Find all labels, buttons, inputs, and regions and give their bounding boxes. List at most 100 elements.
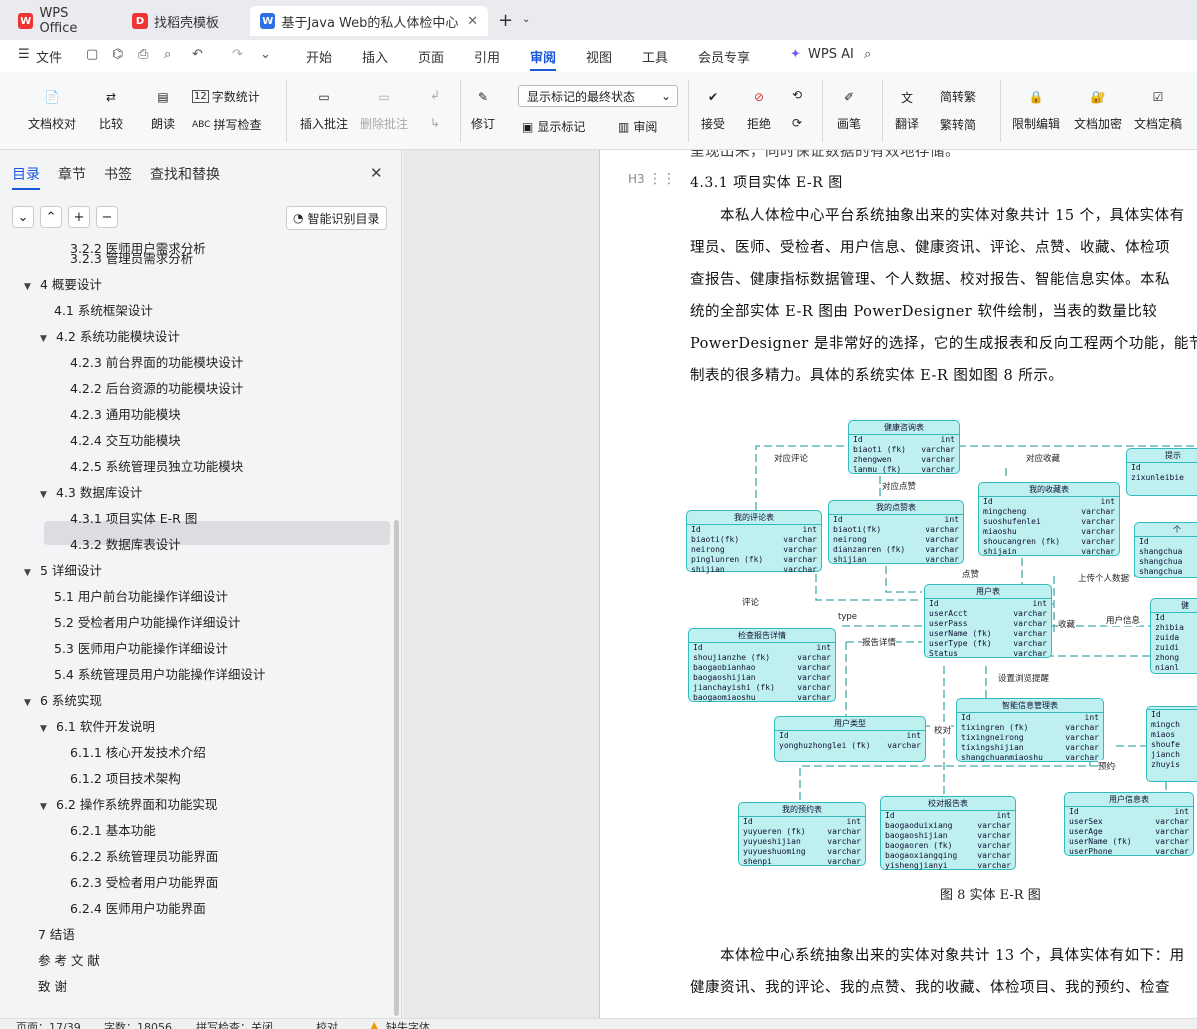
encrypt-button[interactable]: 🔐 文档加密 bbox=[1074, 84, 1122, 132]
toc-item[interactable]: 4.2.4 交互功能模块 bbox=[70, 430, 181, 449]
more-chevron-icon[interactable]: ⌄ bbox=[260, 47, 271, 62]
menu-start[interactable]: 开始 bbox=[306, 47, 332, 66]
to-simplified-button[interactable]: 繁转简 bbox=[940, 116, 976, 133]
read-aloud-button[interactable]: ▤ 朗读 bbox=[150, 84, 176, 132]
spell-check-button[interactable]: ABC 拼写检查 bbox=[192, 116, 261, 133]
proofread-status[interactable]: 校对 bbox=[316, 1019, 338, 1029]
toc-item[interactable]: 4.2.5 系统管理员独立功能模块 bbox=[70, 456, 243, 475]
expand-button[interactable]: ⌃ bbox=[40, 206, 62, 228]
menu-member[interactable]: 会员专享 bbox=[698, 47, 750, 66]
toc-item[interactable]: ▼ 4.2 系统功能模块设计 bbox=[40, 326, 180, 345]
smart-toc-button[interactable]: ◔ 智能识别目录 bbox=[286, 206, 387, 230]
revise-button[interactable]: ✎ 修订 bbox=[470, 84, 496, 132]
doc-check-button[interactable]: 📄 文档校对 bbox=[28, 84, 76, 132]
restrict-edit-button[interactable]: 🔒 限制编辑 bbox=[1012, 84, 1060, 132]
tab-find-replace[interactable]: 查找和替换 bbox=[150, 164, 220, 184]
prev-change-icon[interactable]: ⟲ bbox=[792, 88, 802, 102]
toc-item[interactable]: 5.3 医师用户功能操作详细设计 bbox=[54, 638, 228, 657]
toc-item[interactable]: 7 结语 bbox=[38, 924, 75, 943]
toc-item[interactable]: 4.3.2 数据库表设计 bbox=[70, 534, 181, 553]
tab-chapters[interactable]: 章节 bbox=[58, 164, 86, 184]
prev-comment-icon[interactable]: ↲ bbox=[430, 88, 440, 102]
toc-item[interactable]: ▼ 6.2 操作系统界面和功能实现 bbox=[40, 794, 217, 813]
toc-item[interactable]: 4.2.2 后台资源的功能模块设计 bbox=[70, 378, 243, 397]
expand-triangle-icon[interactable]: ▼ bbox=[24, 568, 34, 578]
toc-item[interactable]: ▼ 5 详细设计 bbox=[24, 560, 102, 579]
review-pane-button[interactable]: ▥ 审阅 bbox=[618, 118, 657, 135]
show-markup-button[interactable]: ▣ 显示标记 bbox=[522, 118, 585, 135]
drag-handle-icon[interactable]: ⋮⋮ bbox=[648, 171, 676, 187]
chevron-down-icon[interactable]: ⌄ bbox=[522, 14, 530, 25]
share-icon[interactable]: ⌬ bbox=[112, 47, 123, 62]
save-icon[interactable]: ▢ bbox=[86, 47, 98, 62]
word-count-indicator[interactable]: 字数：18056 bbox=[104, 1019, 172, 1029]
toc-item[interactable]: 5.1 用户前台功能操作详细设计 bbox=[54, 586, 228, 605]
word-count-button[interactable]: 12 字数统计 bbox=[192, 88, 260, 105]
redo-icon[interactable]: ↷ bbox=[232, 47, 243, 62]
insert-comment-button[interactable]: ▭ 插入批注 bbox=[300, 84, 348, 132]
collapse-all-button[interactable]: ⌄ bbox=[12, 206, 34, 228]
toc-scrollbar[interactable] bbox=[394, 520, 399, 1016]
new-tab-icon[interactable]: + bbox=[498, 10, 513, 31]
menu-page[interactable]: 页面 bbox=[418, 47, 444, 66]
menu-reference[interactable]: 引用 bbox=[474, 47, 500, 66]
tab-document[interactable]: W 基于Java Web的私人体检中心 ✕ bbox=[250, 6, 488, 36]
missing-font-status[interactable]: 缺失字体 bbox=[386, 1019, 430, 1029]
accept-button[interactable]: ✔ 接受 bbox=[700, 84, 726, 132]
tab-docer[interactable]: D 找稻壳模板 bbox=[122, 6, 246, 36]
toc-item[interactable]: 6.1.2 项目技术架构 bbox=[70, 768, 181, 787]
next-change-icon[interactable]: ⟳ bbox=[792, 116, 802, 130]
compare-button[interactable]: ⇄ 比较 bbox=[98, 84, 124, 132]
toc-item[interactable]: 6.2.2 系统管理员功能界面 bbox=[70, 846, 218, 865]
menu-view[interactable]: 视图 bbox=[586, 47, 612, 66]
toc-item[interactable]: ▼ 6 系统实现 bbox=[24, 690, 102, 709]
expand-triangle-icon[interactable]: ▼ bbox=[40, 724, 50, 734]
expand-triangle-icon[interactable]: ▼ bbox=[40, 334, 50, 344]
toc-item[interactable]: 6.2.1 基本功能 bbox=[70, 820, 156, 839]
expand-triangle-icon[interactable]: ▼ bbox=[40, 802, 50, 812]
reject-button[interactable]: ⊘ 拒绝 bbox=[746, 84, 772, 132]
toc-item[interactable]: 3.2.3 管理员需求分析 bbox=[70, 248, 193, 267]
pen-button[interactable]: ✐ 画笔 bbox=[836, 84, 862, 132]
next-comment-icon[interactable]: ↳ bbox=[430, 116, 440, 130]
toc-item[interactable]: 6.1.1 核心开发技术介绍 bbox=[70, 742, 206, 761]
hamburger-icon[interactable]: ☰ bbox=[18, 47, 30, 62]
translate-button[interactable]: 文翻译 bbox=[894, 84, 920, 132]
toc-item[interactable]: ▼ 4 概要设计 bbox=[24, 274, 102, 293]
expand-triangle-icon[interactable]: ▼ bbox=[24, 698, 34, 708]
toc-item[interactable]: 致 谢 bbox=[38, 976, 67, 995]
menu-review[interactable]: 审阅 bbox=[530, 47, 557, 71]
toc-item-selected[interactable]: 4.3.1 项目实体 E-R 图 bbox=[70, 508, 197, 527]
toc-item[interactable]: 5.2 受检者用户功能操作详细设计 bbox=[54, 612, 240, 631]
menu-file[interactable]: 文件 bbox=[36, 47, 62, 66]
add-heading-button[interactable]: + bbox=[68, 206, 90, 228]
toc-item[interactable]: 4.2.3 前台界面的功能模块设计 bbox=[70, 352, 243, 371]
print-icon[interactable]: ⎙ bbox=[138, 47, 148, 62]
toc-item[interactable]: 6.2.3 受检者用户功能界面 bbox=[70, 872, 218, 891]
toc-item[interactable]: ▼ 6.1 软件开发说明 bbox=[40, 716, 155, 735]
undo-icon[interactable]: ↶ bbox=[192, 47, 203, 62]
toc-item[interactable]: ▼ 4.3 数据库设计 bbox=[40, 482, 142, 501]
menu-insert[interactable]: 插入 bbox=[362, 47, 388, 66]
toc-item[interactable]: 6.2.4 医师用户功能界面 bbox=[70, 898, 206, 917]
toc-item[interactable]: 5.4 系统管理员用户功能操作详细设计 bbox=[54, 664, 265, 683]
menu-wps-ai[interactable]: WPS AI bbox=[808, 47, 854, 62]
page-indicator[interactable]: 页面：17/39 bbox=[16, 1019, 81, 1029]
tab-toc[interactable]: 目录 bbox=[12, 164, 40, 190]
tab-wps-office[interactable]: W WPS Office bbox=[8, 6, 118, 36]
markup-state-select[interactable]: 显示标记的最终状态 ⌄ bbox=[518, 85, 678, 107]
tab-bookmarks[interactable]: 书签 bbox=[104, 164, 132, 184]
to-traditional-button[interactable]: 简转繁 bbox=[940, 88, 976, 105]
menu-tools[interactable]: 工具 bbox=[642, 47, 668, 66]
expand-triangle-icon[interactable]: ▼ bbox=[24, 282, 34, 292]
close-icon[interactable]: ✕ bbox=[467, 14, 478, 29]
finalize-button[interactable]: ☑ 文档定稿 bbox=[1134, 84, 1182, 132]
toc-item[interactable]: 4.2.3 通用功能模块 bbox=[70, 404, 181, 423]
expand-triangle-icon[interactable]: ▼ bbox=[40, 490, 50, 500]
toc-item[interactable]: 参 考 文 献 bbox=[38, 950, 100, 969]
toc-item[interactable]: 4.1 系统框架设计 bbox=[54, 300, 153, 319]
close-panel-icon[interactable]: ✕ bbox=[370, 164, 383, 182]
delete-comment-button[interactable]: ▭ 删除批注 bbox=[360, 84, 408, 132]
spell-check-status[interactable]: 拼写检查：关闭 bbox=[196, 1019, 273, 1029]
search-icon[interactable]: ⌕ bbox=[864, 47, 871, 62]
